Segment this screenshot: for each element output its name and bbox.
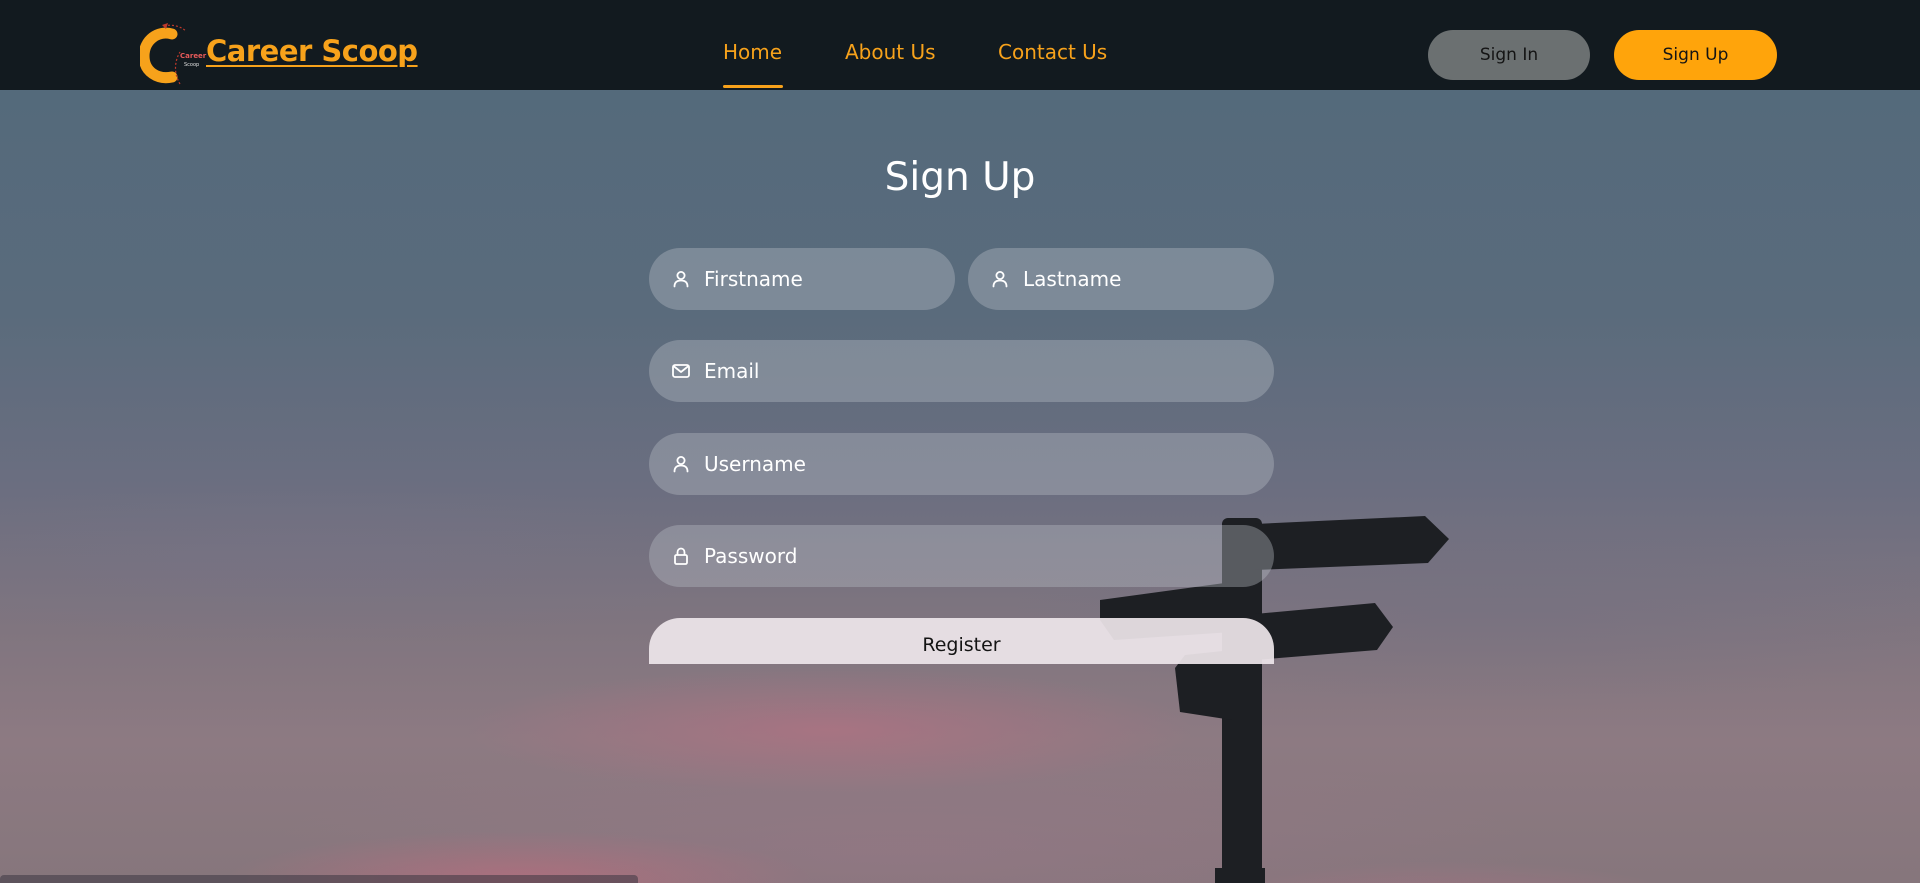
user-icon bbox=[673, 271, 689, 288]
nav-link-home[interactable]: Home bbox=[723, 40, 782, 64]
user-icon bbox=[992, 271, 1008, 288]
svg-text:Scoop: Scoop bbox=[184, 62, 199, 68]
lastname-field[interactable]: Lastname bbox=[968, 248, 1274, 310]
firstname-field[interactable]: Firstname bbox=[649, 248, 955, 310]
username-placeholder: Username bbox=[704, 452, 806, 476]
svg-text:Career: Career bbox=[180, 52, 207, 60]
nav-link-about-us[interactable]: About Us bbox=[845, 40, 936, 64]
register-button[interactable]: Register bbox=[649, 618, 1274, 664]
password-placeholder: Password bbox=[704, 544, 798, 568]
nav-link-contact-us[interactable]: Contact Us bbox=[998, 40, 1107, 64]
email-placeholder: Email bbox=[704, 359, 760, 383]
brand-name-link[interactable]: Career Scoop bbox=[206, 34, 418, 68]
register-button-label: Register bbox=[922, 634, 1001, 656]
firstname-placeholder: Firstname bbox=[704, 267, 803, 291]
active-nav-indicator bbox=[723, 85, 783, 88]
email-field[interactable]: Email bbox=[649, 340, 1274, 402]
username-field[interactable]: Username bbox=[649, 433, 1274, 495]
sign-up-button[interactable]: Sign Up bbox=[1614, 30, 1777, 80]
signup-page: Career Scoop Career Scoop Home About Us … bbox=[0, 0, 1920, 883]
mail-icon bbox=[672, 364, 690, 378]
user-icon bbox=[673, 456, 689, 473]
lastname-placeholder: Lastname bbox=[1023, 267, 1122, 291]
password-field[interactable]: Password bbox=[649, 525, 1274, 587]
sign-in-button[interactable]: Sign In bbox=[1428, 30, 1590, 80]
top-navbar: Career Scoop Career Scoop Home About Us … bbox=[0, 0, 1920, 90]
form-title: Sign Up bbox=[884, 155, 1036, 200]
horizontal-scrollbar[interactable] bbox=[0, 875, 638, 883]
career-scoop-logo-icon[interactable]: Career Scoop bbox=[140, 22, 210, 86]
lock-icon bbox=[674, 547, 688, 565]
